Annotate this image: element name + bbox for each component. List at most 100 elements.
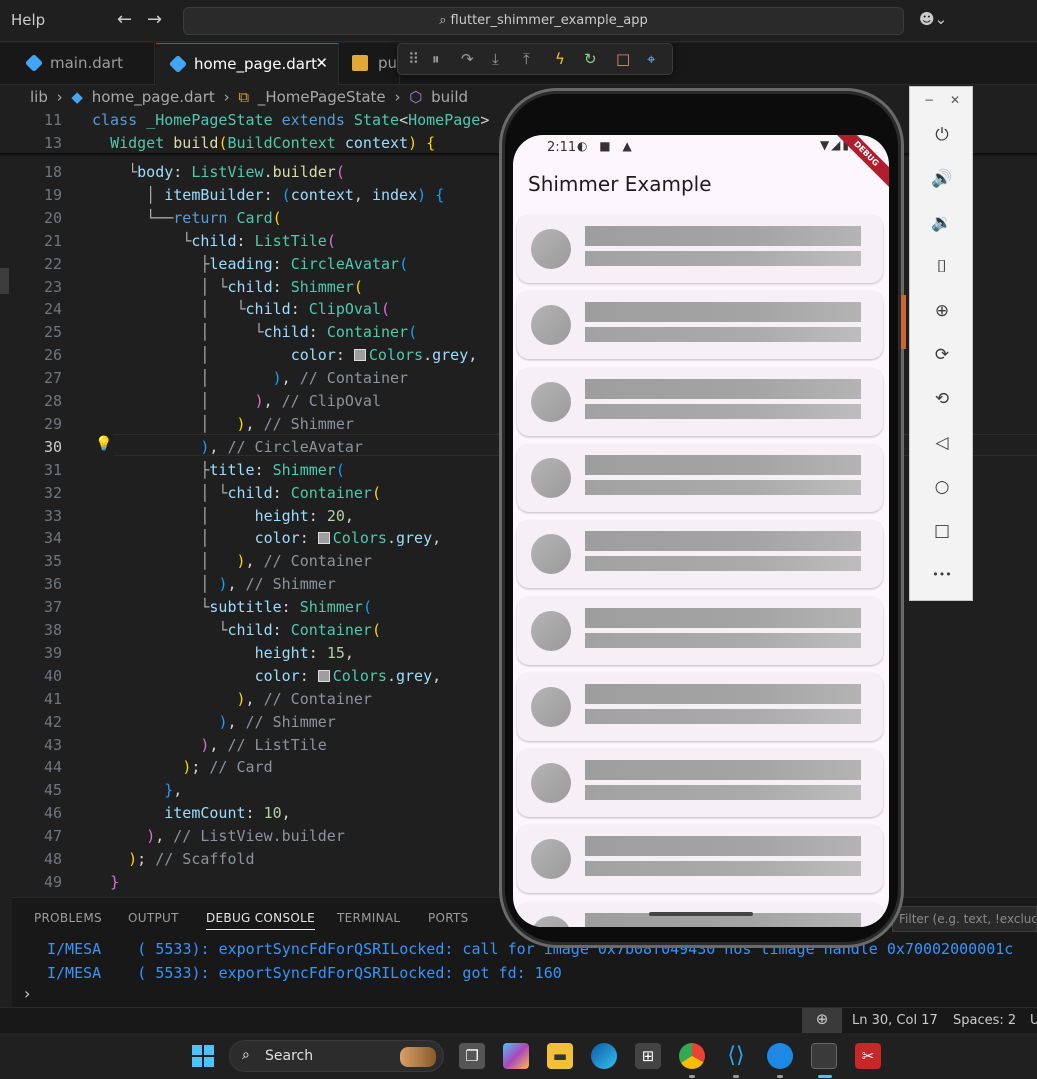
pause-icon[interactable]: ⏸: [432, 50, 440, 68]
back-icon[interactable]: ◁: [930, 431, 954, 455]
code-token: (: [381, 300, 391, 319]
tab-terminal[interactable]: TERMINAL: [337, 911, 400, 925]
hot-reload-icon[interactable]: ϟ: [555, 50, 565, 68]
tab-problems[interactable]: PROBLEMS: [34, 911, 102, 925]
zoom-icon[interactable]: ⊕: [930, 299, 954, 323]
code-token: .: [386, 666, 396, 685]
inspect-widget-icon[interactable]: ⌖: [647, 50, 655, 68]
back-arrow-icon[interactable]: ←: [117, 9, 132, 30]
camera-icon[interactable]: ⌷: [930, 255, 954, 279]
line-number: 20: [43, 208, 62, 227]
shimmer-card[interactable]: [517, 443, 883, 512]
shimmer-card[interactable]: [517, 520, 883, 589]
code-token: ): [272, 369, 282, 388]
android-emulator-icon[interactable]: [811, 1043, 837, 1069]
shimmer-card[interactable]: [517, 215, 883, 283]
close-tab-icon[interactable]: ✕: [315, 54, 328, 72]
close-icon[interactable]: ✕: [950, 93, 960, 107]
file-explorer-icon[interactable]: ▬: [547, 1043, 573, 1069]
code-token: itemBuilder: [164, 185, 264, 204]
phone-clock: 2:11: [547, 140, 577, 155]
code-token: ,: [468, 346, 478, 365]
code-token: 10: [263, 804, 282, 823]
shimmer-card[interactable]: [517, 672, 883, 741]
code-text: ), // Container: [92, 688, 372, 710]
snipping-tool-icon[interactable]: ✂: [855, 1043, 881, 1069]
command-center-search[interactable]: ⌕ flutter_shimmer_example_app: [183, 7, 904, 35]
step-out-icon[interactable]: ⤒: [523, 50, 530, 68]
code-token: (: [371, 621, 381, 639]
drag-handle-icon[interactable]: ⠿: [408, 50, 419, 68]
minimize-icon[interactable]: −: [924, 93, 934, 107]
volume-rocker: [901, 295, 906, 349]
shimmer-subtitle-bar: [585, 556, 861, 572]
console-prompt-icon[interactable]: ›: [24, 984, 30, 1003]
tab-debug-console[interactable]: DEBUG CONSOLE: [206, 911, 315, 930]
phone-screen[interactable]: 2:11 ◐ ■ ▲ ▼◢▮ DEBUG Shimmer Example: [513, 135, 889, 927]
breadcrumb-method[interactable]: build: [431, 88, 468, 106]
chrome-icon[interactable]: [679, 1043, 705, 1069]
taskbar-search[interactable]: ⌕ Search: [229, 1040, 444, 1072]
encoding-status[interactable]: U: [1030, 1013, 1037, 1028]
tab-output[interactable]: OUTPUT: [128, 911, 179, 925]
code-token: │: [92, 575, 219, 594]
step-into-icon[interactable]: ⤓: [492, 50, 499, 68]
breadcrumb-class[interactable]: _HomePageState: [258, 88, 386, 106]
task-view-icon[interactable]: ❐: [459, 1043, 485, 1069]
rotate-right-icon[interactable]: ⟳: [930, 343, 954, 367]
forward-arrow-icon[interactable]: →: [147, 9, 162, 30]
code-token: :: [263, 185, 282, 204]
home-icon[interactable]: ○: [930, 475, 954, 499]
code-token: .: [263, 163, 273, 181]
code-token: │ └: [92, 483, 228, 502]
zoom-icon[interactable]: ⊕: [802, 1008, 842, 1034]
shimmer-avatar: [531, 915, 571, 927]
rotate-left-icon[interactable]: ⟲: [930, 387, 954, 411]
yaml-file-icon: [352, 55, 368, 71]
code-token: ,: [155, 827, 174, 846]
line-number: 35: [43, 552, 62, 571]
scrollbar-thumb[interactable]: [0, 268, 9, 294]
copilot-icon[interactable]: ☻⌄: [919, 10, 947, 28]
overview-icon[interactable]: □: [930, 519, 954, 543]
breadcrumb-file[interactable]: home_page.dart: [92, 88, 215, 106]
code-token: ,: [432, 666, 442, 685]
volume-down-icon[interactable]: 🔉: [930, 211, 954, 235]
shimmer-card[interactable]: [517, 291, 883, 360]
shimmer-card[interactable]: [517, 596, 883, 665]
copilot-app-icon[interactable]: [503, 1043, 529, 1069]
breadcrumb-lib[interactable]: lib: [30, 88, 48, 106]
volume-up-icon[interactable]: 🔊: [930, 167, 954, 191]
code-token: (: [281, 185, 291, 204]
code-text: │ color: Colors.grey,: [92, 344, 477, 366]
windows-start-icon[interactable]: [192, 1045, 214, 1067]
edge-icon[interactable]: [591, 1043, 617, 1069]
gesture-home-indicator[interactable]: [649, 912, 753, 916]
code-text: ), // CircleAvatar: [92, 436, 363, 458]
code-token: │: [92, 414, 237, 433]
store-icon[interactable]: ⊞: [635, 1043, 661, 1069]
power-icon[interactable]: ⏻: [930, 123, 954, 147]
indentation-status[interactable]: Spaces: 2: [953, 1013, 1016, 1028]
flutter-app-icon[interactable]: [767, 1043, 793, 1069]
line-number: 37: [43, 598, 62, 617]
menu-help[interactable]: Help: [11, 11, 45, 29]
shimmer-card[interactable]: [517, 367, 883, 436]
console-filter-input[interactable]: Filter (e.g. text, !exclude, \escape): [892, 906, 1037, 932]
tab-pubspec[interactable]: pu: [340, 43, 400, 85]
shimmer-card[interactable]: [517, 825, 883, 894]
vscode-icon[interactable]: ⟨⟩: [723, 1043, 749, 1069]
tab-ports[interactable]: PORTS: [428, 911, 469, 925]
cursor-position[interactable]: Ln 30, Col 17: [852, 1013, 938, 1028]
more-icon[interactable]: •••: [930, 563, 954, 587]
running-indicator: [777, 1075, 783, 1078]
code-token: (: [408, 323, 418, 342]
restart-icon[interactable]: ↻: [584, 50, 597, 68]
shimmer-card[interactable]: [517, 749, 883, 818]
code-token: └: [92, 163, 138, 181]
code-text: Widget build(BuildContext context) {: [92, 132, 435, 154]
stop-icon[interactable]: □: [616, 50, 630, 68]
tab-main-dart[interactable]: main.dart: [12, 43, 155, 85]
tab-home-page-dart[interactable]: home_page.dart ✕: [156, 43, 339, 85]
step-over-icon[interactable]: ↷: [461, 50, 474, 68]
